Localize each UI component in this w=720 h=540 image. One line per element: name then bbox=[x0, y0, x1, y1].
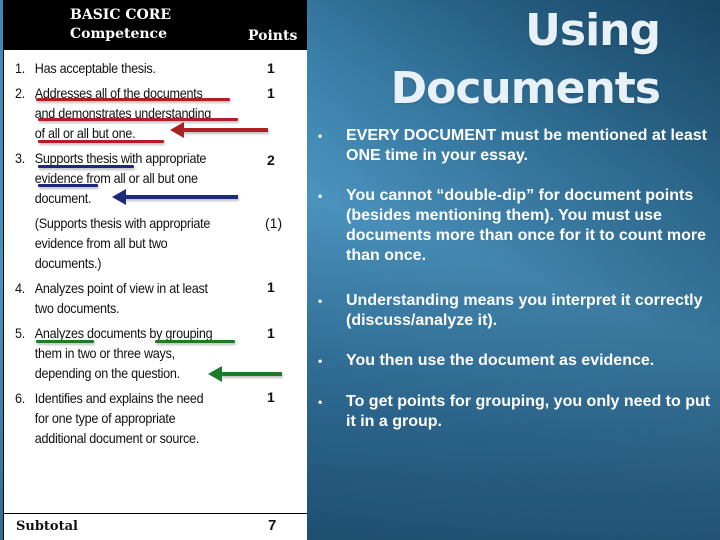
rubric-header-title-line1: BASIC CORE bbox=[70, 7, 172, 23]
slide-title: Using Documents bbox=[360, 2, 661, 118]
item-number: 5. bbox=[15, 325, 25, 341]
item-points: 1 bbox=[267, 60, 275, 76]
slide-title-line1: Using bbox=[525, 5, 661, 56]
blue-arrow-icon bbox=[112, 189, 238, 205]
rubric-header: BASIC CORE Competence Points bbox=[4, 0, 307, 50]
item-text: evidence from all but two bbox=[34, 235, 168, 251]
item-text: Identifies and explains the need bbox=[34, 390, 204, 406]
blue-underline bbox=[38, 184, 98, 187]
item-text: Analyzes point of view in at least bbox=[34, 280, 208, 296]
bullet-icon: • bbox=[318, 129, 323, 143]
bullet-icon: • bbox=[318, 189, 323, 203]
bullet-icon: • bbox=[318, 395, 323, 409]
subtotal-value: 7 bbox=[268, 517, 277, 534]
item-points: 2 bbox=[267, 152, 275, 168]
rubric-panel: BASIC CORE Competence Points 1. Has accep… bbox=[3, 0, 307, 540]
item-number: 1. bbox=[15, 60, 25, 76]
bullet-text: You then use the document as evidence. bbox=[346, 352, 655, 369]
rubric-item-4: 4. Analyzes point of view in at least two… bbox=[15, 278, 222, 318]
item-points: 1 bbox=[267, 389, 275, 405]
red-underline bbox=[36, 98, 230, 101]
rubric-header-points: Points bbox=[248, 28, 298, 44]
slide-title-line2: Documents bbox=[390, 63, 661, 114]
bullet-item: • You then use the document as evidence. bbox=[318, 351, 714, 371]
item-text: two documents. bbox=[34, 300, 120, 316]
item-text: for one type of appropriate bbox=[34, 410, 176, 426]
rubric-header-title-line2: Competence bbox=[70, 26, 167, 42]
item-text: Analyzes documents by grouping bbox=[34, 325, 213, 341]
rubric-item-6: 6. Identifies and explains the need for o… bbox=[15, 388, 222, 448]
item-number: 3. bbox=[15, 150, 25, 166]
bullet-item: • To get points for grouping, you only n… bbox=[318, 392, 714, 432]
subtotal-label: Subtotal bbox=[16, 519, 78, 534]
rubric-item-2: 2. Addresses all of the documents and dem… bbox=[15, 83, 222, 143]
item-points: (1) bbox=[265, 215, 283, 231]
green-underline bbox=[155, 340, 235, 343]
rubric-item-5: 5. Analyzes documents by grouping them in… bbox=[15, 323, 222, 383]
rubric-item-3-alt: (Supports thesis with appropriate eviden… bbox=[15, 213, 222, 273]
item-text: them in two or three ways, bbox=[34, 345, 175, 361]
item-text: Has acceptable thesis. bbox=[34, 60, 156, 76]
green-underline bbox=[36, 340, 94, 343]
rubric-item-1: 1. Has acceptable thesis. bbox=[15, 58, 222, 78]
bullet-item: • EVERY DOCUMENT must be mentioned at le… bbox=[318, 126, 714, 166]
bullet-item: • Understanding means you interpret it c… bbox=[318, 291, 714, 331]
bullet-text: Understanding means you interpret it cor… bbox=[346, 292, 703, 329]
bullet-text: You cannot “double-dip” for document poi… bbox=[346, 187, 707, 264]
blue-underline bbox=[38, 165, 134, 168]
subtotal-divider bbox=[4, 513, 307, 514]
item-number: 4. bbox=[15, 280, 25, 296]
item-text: additional document or source. bbox=[34, 430, 200, 446]
green-arrow-icon bbox=[208, 366, 282, 382]
rubric-header-title: BASIC CORE Competence bbox=[70, 6, 171, 44]
item-text: Supports thesis with appropriate bbox=[34, 150, 207, 166]
item-number: 6. bbox=[15, 390, 25, 406]
bullet-text: To get points for grouping, you only nee… bbox=[346, 393, 711, 430]
item-text: (Supports thesis with appropriate bbox=[34, 215, 211, 231]
item-number: 2. bbox=[15, 85, 25, 101]
item-points: 1 bbox=[267, 325, 275, 341]
bullet-icon: • bbox=[318, 354, 323, 368]
item-points: 1 bbox=[267, 279, 275, 295]
bullet-icon: • bbox=[318, 294, 323, 308]
red-underline bbox=[38, 118, 238, 121]
item-points: 1 bbox=[267, 85, 275, 101]
item-text: depending on the question. bbox=[34, 365, 180, 381]
red-underline bbox=[38, 140, 164, 143]
red-arrow-icon bbox=[170, 122, 268, 138]
item-text: documents.) bbox=[34, 255, 102, 271]
bullet-text: EVERY DOCUMENT must be mentioned at leas… bbox=[346, 127, 707, 164]
bullet-item: • You cannot “double-dip” for document p… bbox=[318, 186, 714, 266]
